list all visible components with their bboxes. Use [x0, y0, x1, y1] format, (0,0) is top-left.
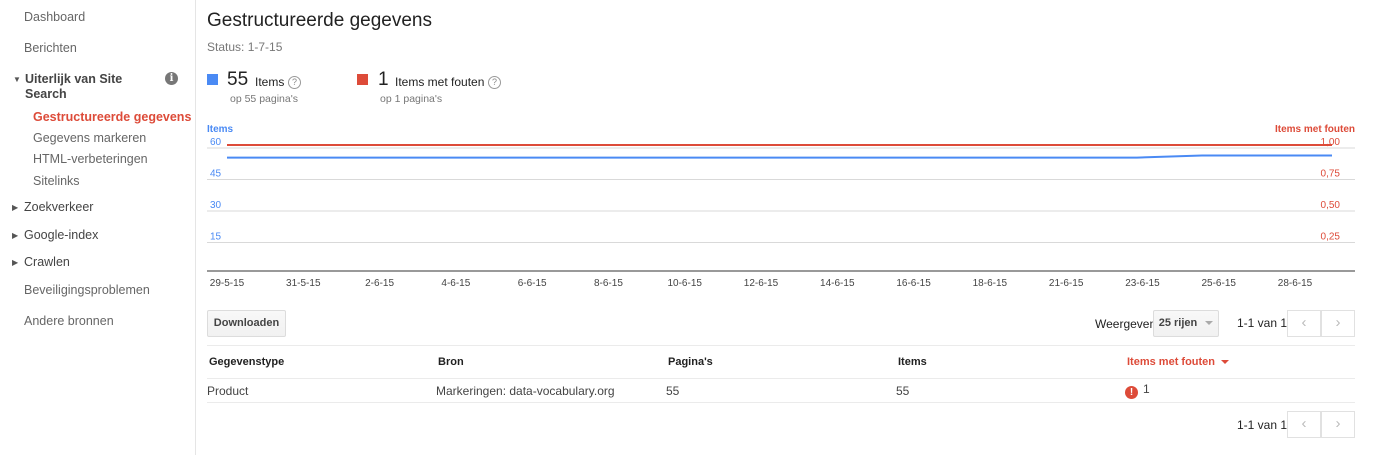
pagination-range: 1-1 van 1 [1237, 316, 1288, 330]
sidebar-item-beveiligingsproblemen[interactable]: Beveiligingsproblemen [24, 283, 150, 297]
y-left-tick-label: 30 [210, 200, 222, 211]
status-text: Status: 1-7-15 [207, 40, 283, 54]
prev-page-button-bottom[interactable]: ‹ [1287, 411, 1321, 438]
page-title: Gestructureerde gegevens [207, 10, 432, 31]
table-header-row: Gegevenstype Bron Pagina's Items Items m… [207, 345, 1355, 379]
sidebar-item-berichten[interactable]: Berichten [24, 41, 77, 55]
data-table: Gegevenstype Bron Pagina's Items Items m… [207, 345, 1355, 403]
legend-errors-label: Items met fouten [395, 75, 485, 89]
y-right-tick-label: 1,00 [1321, 137, 1341, 148]
sidebar-item-andere-bronnen[interactable]: Andere bronnen [24, 314, 114, 328]
y-right-tick-label: 0,75 [1321, 169, 1341, 180]
sidebar-item-label: Crawlen [24, 255, 70, 269]
collapsed-arrow-icon: ▶ [12, 203, 19, 212]
legend-errors: 1 Items met fouten ? op 1 pagina's [357, 69, 557, 107]
prev-page-button[interactable]: ‹ [1287, 310, 1321, 337]
sidebar-item-label: Zoekverkeer [24, 200, 94, 214]
cell-source: Markeringen: data-vocabulary.org [436, 378, 666, 403]
sidebar-item-dashboard[interactable]: Dashboard [24, 10, 85, 24]
sidebar-section-label: Uiterlijk van Site Search [25, 72, 123, 101]
sidebar: Dashboard Berichten ▼ Uiterlijk van Site… [0, 0, 196, 455]
y-left-tick-label: 45 [210, 169, 222, 180]
y-left-tick-label: 15 [210, 232, 222, 243]
y-left-tick-label: 60 [210, 137, 222, 148]
x-tick-label: 18-6-15 [973, 278, 1008, 289]
column-header-items-met-fouten[interactable]: Items met fouten [1125, 345, 1355, 379]
info-icon[interactable]: i [165, 72, 178, 85]
cell-items: 55 [896, 378, 1125, 403]
cell-errors: ! 1 [1125, 378, 1355, 403]
help-icon[interactable]: ? [288, 76, 301, 89]
rows-select-value: 25 rijen [1158, 317, 1198, 329]
show-label: Weergeven [1095, 317, 1157, 331]
column-header-gegevenstype[interactable]: Gegevenstype [207, 345, 436, 379]
x-tick-label: 28-6-15 [1278, 278, 1313, 289]
sidebar-section-uiterlijk[interactable]: ▼ Uiterlijk van Site Search [13, 72, 165, 102]
x-tick-label: 23-6-15 [1125, 278, 1160, 289]
column-header-paginas[interactable]: Pagina's [666, 345, 896, 379]
x-tick-label: 16-6-15 [896, 278, 931, 289]
sidebar-subitem-html-verbeteringen[interactable]: HTML-verbeteringen [33, 152, 148, 166]
x-tick-label: 21-6-15 [1049, 278, 1084, 289]
sidebar-subitem-gegevens-markeren[interactable]: Gegevens markeren [33, 131, 146, 145]
next-page-button-bottom[interactable]: › [1321, 411, 1355, 438]
x-tick-label: 2-6-15 [365, 278, 394, 289]
download-button[interactable]: Downloaden [207, 310, 286, 337]
x-tick-label: 25-6-15 [1201, 278, 1236, 289]
sidebar-subitem-sitelinks[interactable]: Sitelinks [33, 174, 80, 188]
help-icon[interactable]: ? [488, 76, 501, 89]
y-right-tick-label: 0,25 [1321, 232, 1341, 243]
legend-items-count: 55 [227, 69, 249, 90]
expanded-arrow-icon: ▼ [13, 75, 21, 84]
cell-type: Product [207, 378, 436, 403]
x-tick-label: 14-6-15 [820, 278, 855, 289]
x-tick-label: 4-6-15 [441, 278, 470, 289]
line-chart: Items Items met fouten 60 1,00 45 0,75 30 0,50 1… [207, 124, 1355, 289]
x-tick-label: 12-6-15 [744, 278, 779, 289]
sidebar-subitem-gestructureerde-gegevens[interactable]: Gestructureerde gegevens [33, 110, 191, 124]
sort-desc-icon [1221, 360, 1230, 365]
column-header-bron[interactable]: Bron [436, 345, 666, 379]
column-header-label: Items met fouten [1127, 356, 1216, 368]
x-tick-label: 29-5-15 [210, 278, 245, 289]
series-line-items [227, 154, 1332, 159]
legend-swatch-errors [357, 74, 368, 85]
legend-errors-count: 1 [378, 69, 389, 90]
legend-swatch-items [207, 74, 218, 85]
y-axis-left-title: Items [207, 124, 234, 135]
legend-items-label: Items [255, 75, 285, 89]
legend-errors-sub: op 1 pagina's [380, 93, 443, 105]
legend-items: 55 Items ? op 55 pagina's [207, 69, 347, 107]
cell-errors-value: 1 [1143, 382, 1150, 396]
sidebar-item-crawlen[interactable]: ▶ Crawlen [12, 255, 70, 269]
sidebar-item-label: Google-index [24, 228, 99, 242]
legend-items-sub: op 55 pagina's [230, 93, 298, 105]
collapsed-arrow-icon: ▶ [12, 258, 19, 267]
collapsed-arrow-icon: ▶ [12, 231, 19, 240]
next-page-button[interactable]: › [1321, 310, 1355, 337]
error-icon: ! [1125, 386, 1138, 399]
x-tick-label: 31-5-15 [286, 278, 321, 289]
y-axis-right-title: Items met fouten [1275, 124, 1355, 135]
chevron-down-icon [1205, 321, 1214, 326]
column-header-items[interactable]: Items [896, 345, 1125, 379]
x-tick-label: 8-6-15 [594, 278, 623, 289]
pagination-range-bottom: 1-1 van 1 [1237, 418, 1288, 432]
x-tick-label: 6-6-15 [518, 278, 547, 289]
sidebar-item-google-index[interactable]: ▶ Google-index [12, 228, 99, 242]
sidebar-item-zoekverkeer[interactable]: ▶ Zoekverkeer [12, 200, 94, 214]
cell-pages: 55 [666, 378, 896, 403]
rows-select[interactable]: 25 rijen [1153, 310, 1219, 337]
x-tick-label: 10-6-15 [667, 278, 702, 289]
table-row[interactable]: Product Markeringen: data-vocabulary.org… [207, 378, 1355, 403]
main-content: Gestructureerde gegevens Status: 1-7-15 … [207, 0, 1357, 455]
y-right-tick-label: 0,50 [1321, 200, 1341, 211]
